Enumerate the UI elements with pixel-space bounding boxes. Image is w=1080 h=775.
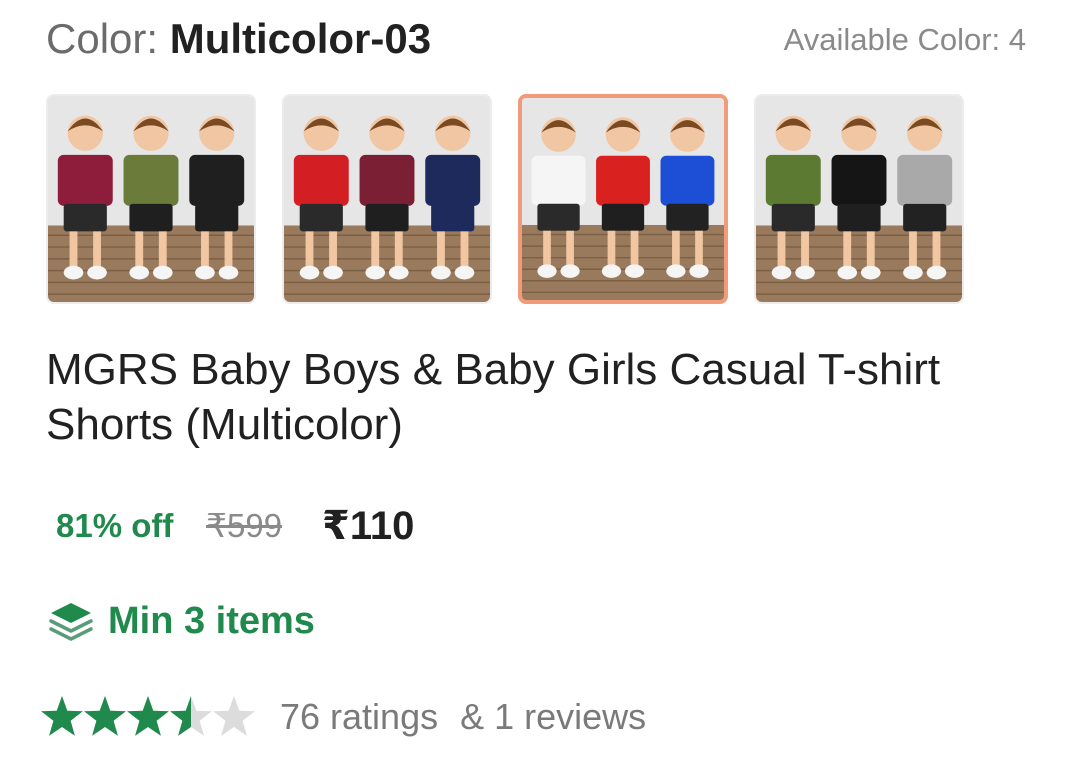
- ratings-summary[interactable]: 76 ratings & 1 reviews: [280, 694, 646, 740]
- selling-price: ₹110: [322, 504, 415, 548]
- product-photo: [48, 96, 254, 302]
- color-row: Color: Multicolor-03 Available Color: 4: [46, 14, 1026, 64]
- color-label: Color: Multicolor-03: [46, 14, 431, 64]
- rating-row[interactable]: 76 ratings & 1 reviews: [40, 692, 940, 742]
- product-photo: [284, 96, 490, 302]
- reviews-count[interactable]: & 1 reviews: [438, 696, 646, 737]
- star-icon: [127, 696, 169, 736]
- available-colors-count: Available Color: 4: [783, 22, 1026, 57]
- layers-icon: [49, 603, 93, 641]
- color-variant-thumbnails: [46, 94, 1026, 308]
- star-rating: [41, 696, 255, 736]
- discount-percent: 81% off: [56, 507, 174, 544]
- color-variant-thumbnail-4[interactable]: [754, 94, 964, 304]
- min-order-badge: Min 3 items: [48, 598, 548, 644]
- star-icon: [84, 696, 126, 736]
- min-order-text: Min 3 items: [108, 600, 315, 642]
- color-variant-thumbnail-2[interactable]: [282, 94, 492, 304]
- product-photo: [756, 96, 962, 302]
- product-photo: [522, 98, 724, 300]
- price-row: 81% off ₹599 ₹110: [56, 502, 656, 550]
- star-icon: [170, 696, 212, 736]
- product-title: MGRS Baby Boys & Baby Girls Casual T-shi…: [46, 345, 941, 449]
- color-label-text: Color:: [46, 15, 159, 62]
- original-price: ₹599: [206, 507, 283, 544]
- star-icon: [213, 696, 255, 736]
- star-icon: [41, 696, 83, 736]
- color-variant-thumbnail-3[interactable]: [518, 94, 728, 304]
- selected-color-name: Multicolor-03: [169, 15, 432, 62]
- color-variant-thumbnail-1[interactable]: [46, 94, 256, 304]
- ratings-count[interactable]: 76 ratings: [280, 696, 438, 737]
